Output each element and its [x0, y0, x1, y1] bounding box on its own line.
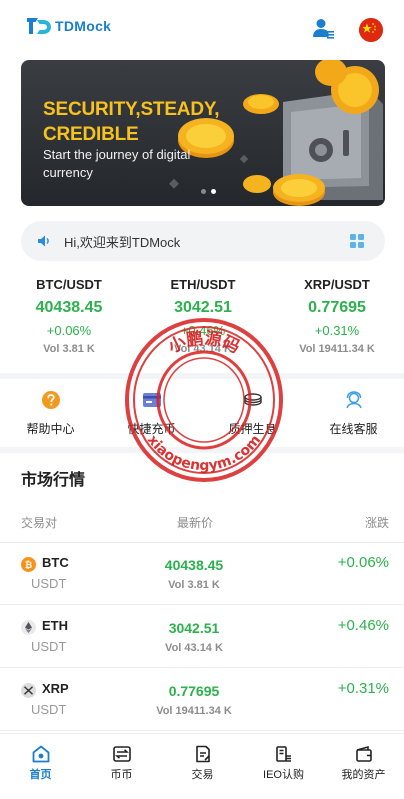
ticker-pair: ETH/USDT [170, 277, 236, 292]
card-icon [142, 393, 161, 407]
logo-text: TDMock [55, 18, 112, 34]
quick-item-help[interactable]: 帮助中心 [0, 382, 101, 437]
row-price: 3042.51 [168, 620, 220, 636]
home-icon [32, 745, 49, 763]
svg-text:₿: ₿ [25, 560, 32, 571]
row-price: 40438.45 [164, 557, 224, 573]
coins-stack-icon [243, 393, 262, 406]
row-base-symbol: XRP [42, 681, 69, 696]
tab-label: 首页 [29, 769, 52, 781]
row-change: +0.31% [337, 680, 389, 697]
quick-item-staking[interactable]: 质押生息 [202, 382, 303, 437]
ticker-card-xrp[interactable]: XRP/USDT 0.77695 +0.31% Vol 19411.34 K [270, 276, 404, 357]
quick-item-label: 帮助中心 [26, 422, 75, 436]
section-divider [0, 447, 404, 453]
row-quote-symbol: USDT [31, 639, 67, 654]
trade-icon [195, 745, 210, 763]
wallet-icon [355, 745, 372, 762]
row-quote-symbol: USDT [31, 702, 67, 717]
ticker-card-btc[interactable]: BTC/USDT 40438.45 +0.06% Vol 3.81 K [2, 276, 136, 357]
quick-item-label: 快捷充币 [127, 422, 176, 436]
banner-subtitle: Start the journey of digital currency [43, 147, 191, 180]
row-change: +0.06% [337, 554, 389, 571]
tab-trade[interactable]: 交易 [162, 734, 243, 782]
china-flag-icon[interactable] [359, 18, 383, 42]
market-table-header: 交易对 最新价 涨跌 [0, 514, 404, 530]
app-header: TDMock [0, 0, 404, 58]
user-profile-icon[interactable] [310, 16, 336, 42]
banner-title: SECURITY,STEADY, CREDIBLE [43, 99, 220, 145]
market-row-btc[interactable]: ₿ BTC USDT 40438.45 Vol 3.81 K +0.06% [0, 543, 404, 605]
ticker-pair: XRP/USDT [304, 277, 370, 292]
ticker-price: 3042.51 [174, 299, 232, 316]
row-base-symbol: BTC [42, 555, 69, 570]
tab-assets[interactable]: 我的资产 [323, 734, 404, 782]
notice-text: Hi,欢迎来到TDMock [64, 234, 181, 250]
quick-item-label: 在线客服 [329, 422, 378, 436]
column-header-pair[interactable]: 交易对 [21, 514, 57, 531]
quick-item-label: 质押生息 [228, 422, 277, 436]
carousel-dot-active[interactable] [211, 189, 216, 194]
column-header-change[interactable]: 涨跌 [365, 514, 389, 531]
ticker-volume: Vol 19411.34 K [299, 343, 375, 355]
app-logo[interactable]: TDMock [26, 15, 111, 37]
ticker-price: 0.77695 [308, 299, 366, 316]
quick-item-deposit[interactable]: 快捷充币 [101, 382, 202, 437]
ticker-volume: Vol 43.14 K [174, 343, 232, 355]
support-agent-icon [345, 391, 362, 409]
tab-label: 我的资产 [341, 769, 386, 781]
ticker-change: +0.31% [314, 323, 360, 338]
ticker-price: 40438.45 [35, 299, 103, 316]
row-volume: Vol 43.14 K [165, 642, 223, 654]
tab-label: 交易 [191, 769, 214, 781]
bottom-tab-bar: 首页 币币 交易 IEO认购 我的资产 [0, 733, 404, 799]
tab-label: IEO认购 [263, 769, 304, 781]
market-row-xrp[interactable]: XRP USDT 0.77695 Vol 19411.34 K +0.31% [0, 669, 404, 731]
tab-label: 币币 [110, 769, 133, 781]
row-volume: Vol 3.81 K [168, 579, 220, 591]
help-icon [41, 391, 60, 409]
ticker-change: +0.46% [180, 323, 226, 338]
section-divider [0, 373, 404, 379]
row-base-symbol: ETH [42, 618, 68, 633]
exchange-icon [112, 746, 131, 762]
ticker-card-eth[interactable]: ETH/USDT 3042.51 +0.46% Vol 43.14 K [136, 276, 270, 357]
logo-mark-icon [27, 18, 51, 34]
ticker-volume: Vol 3.81 K [43, 343, 95, 355]
quick-item-support[interactable]: 在线客服 [303, 382, 404, 437]
carousel-dot[interactable] [201, 189, 206, 194]
row-price: 0.77695 [168, 683, 220, 699]
btc-icon: ₿ [21, 557, 36, 572]
promo-banner[interactable]: SECURITY,STEADY, CREDIBLE Start the jour… [21, 60, 385, 206]
ticker-strip: BTC/USDT 40438.45 +0.06% Vol 3.81 K ETH/… [0, 276, 404, 368]
row-change: +0.46% [337, 617, 389, 634]
eth-icon [21, 620, 36, 635]
ticker-pair: BTC/USDT [36, 277, 102, 292]
carousel-dots [201, 189, 216, 194]
row-quote-symbol: USDT [31, 576, 67, 591]
xrp-icon [21, 683, 36, 698]
tab-ieo[interactable]: IEO认购 [243, 734, 324, 782]
column-header-price[interactable]: 最新价 [177, 514, 213, 531]
tab-exchange[interactable]: 币币 [81, 734, 162, 782]
row-volume: Vol 19411.34 K [156, 705, 232, 717]
market-title: 市场行情 [21, 472, 86, 489]
ieo-icon [275, 746, 291, 762]
ticker-change: +0.06% [46, 323, 92, 338]
speaker-icon [38, 235, 49, 247]
quick-menu: 帮助中心 快捷充币 质押生息 在线客服 [0, 382, 404, 450]
grid-icon[interactable] [350, 234, 364, 248]
market-row-eth[interactable]: ETH USDT 3042.51 Vol 43.14 K +0.46% [0, 606, 404, 668]
notice-bar[interactable]: Hi,欢迎来到TDMock [21, 221, 385, 261]
tab-home[interactable]: 首页 [0, 734, 81, 782]
